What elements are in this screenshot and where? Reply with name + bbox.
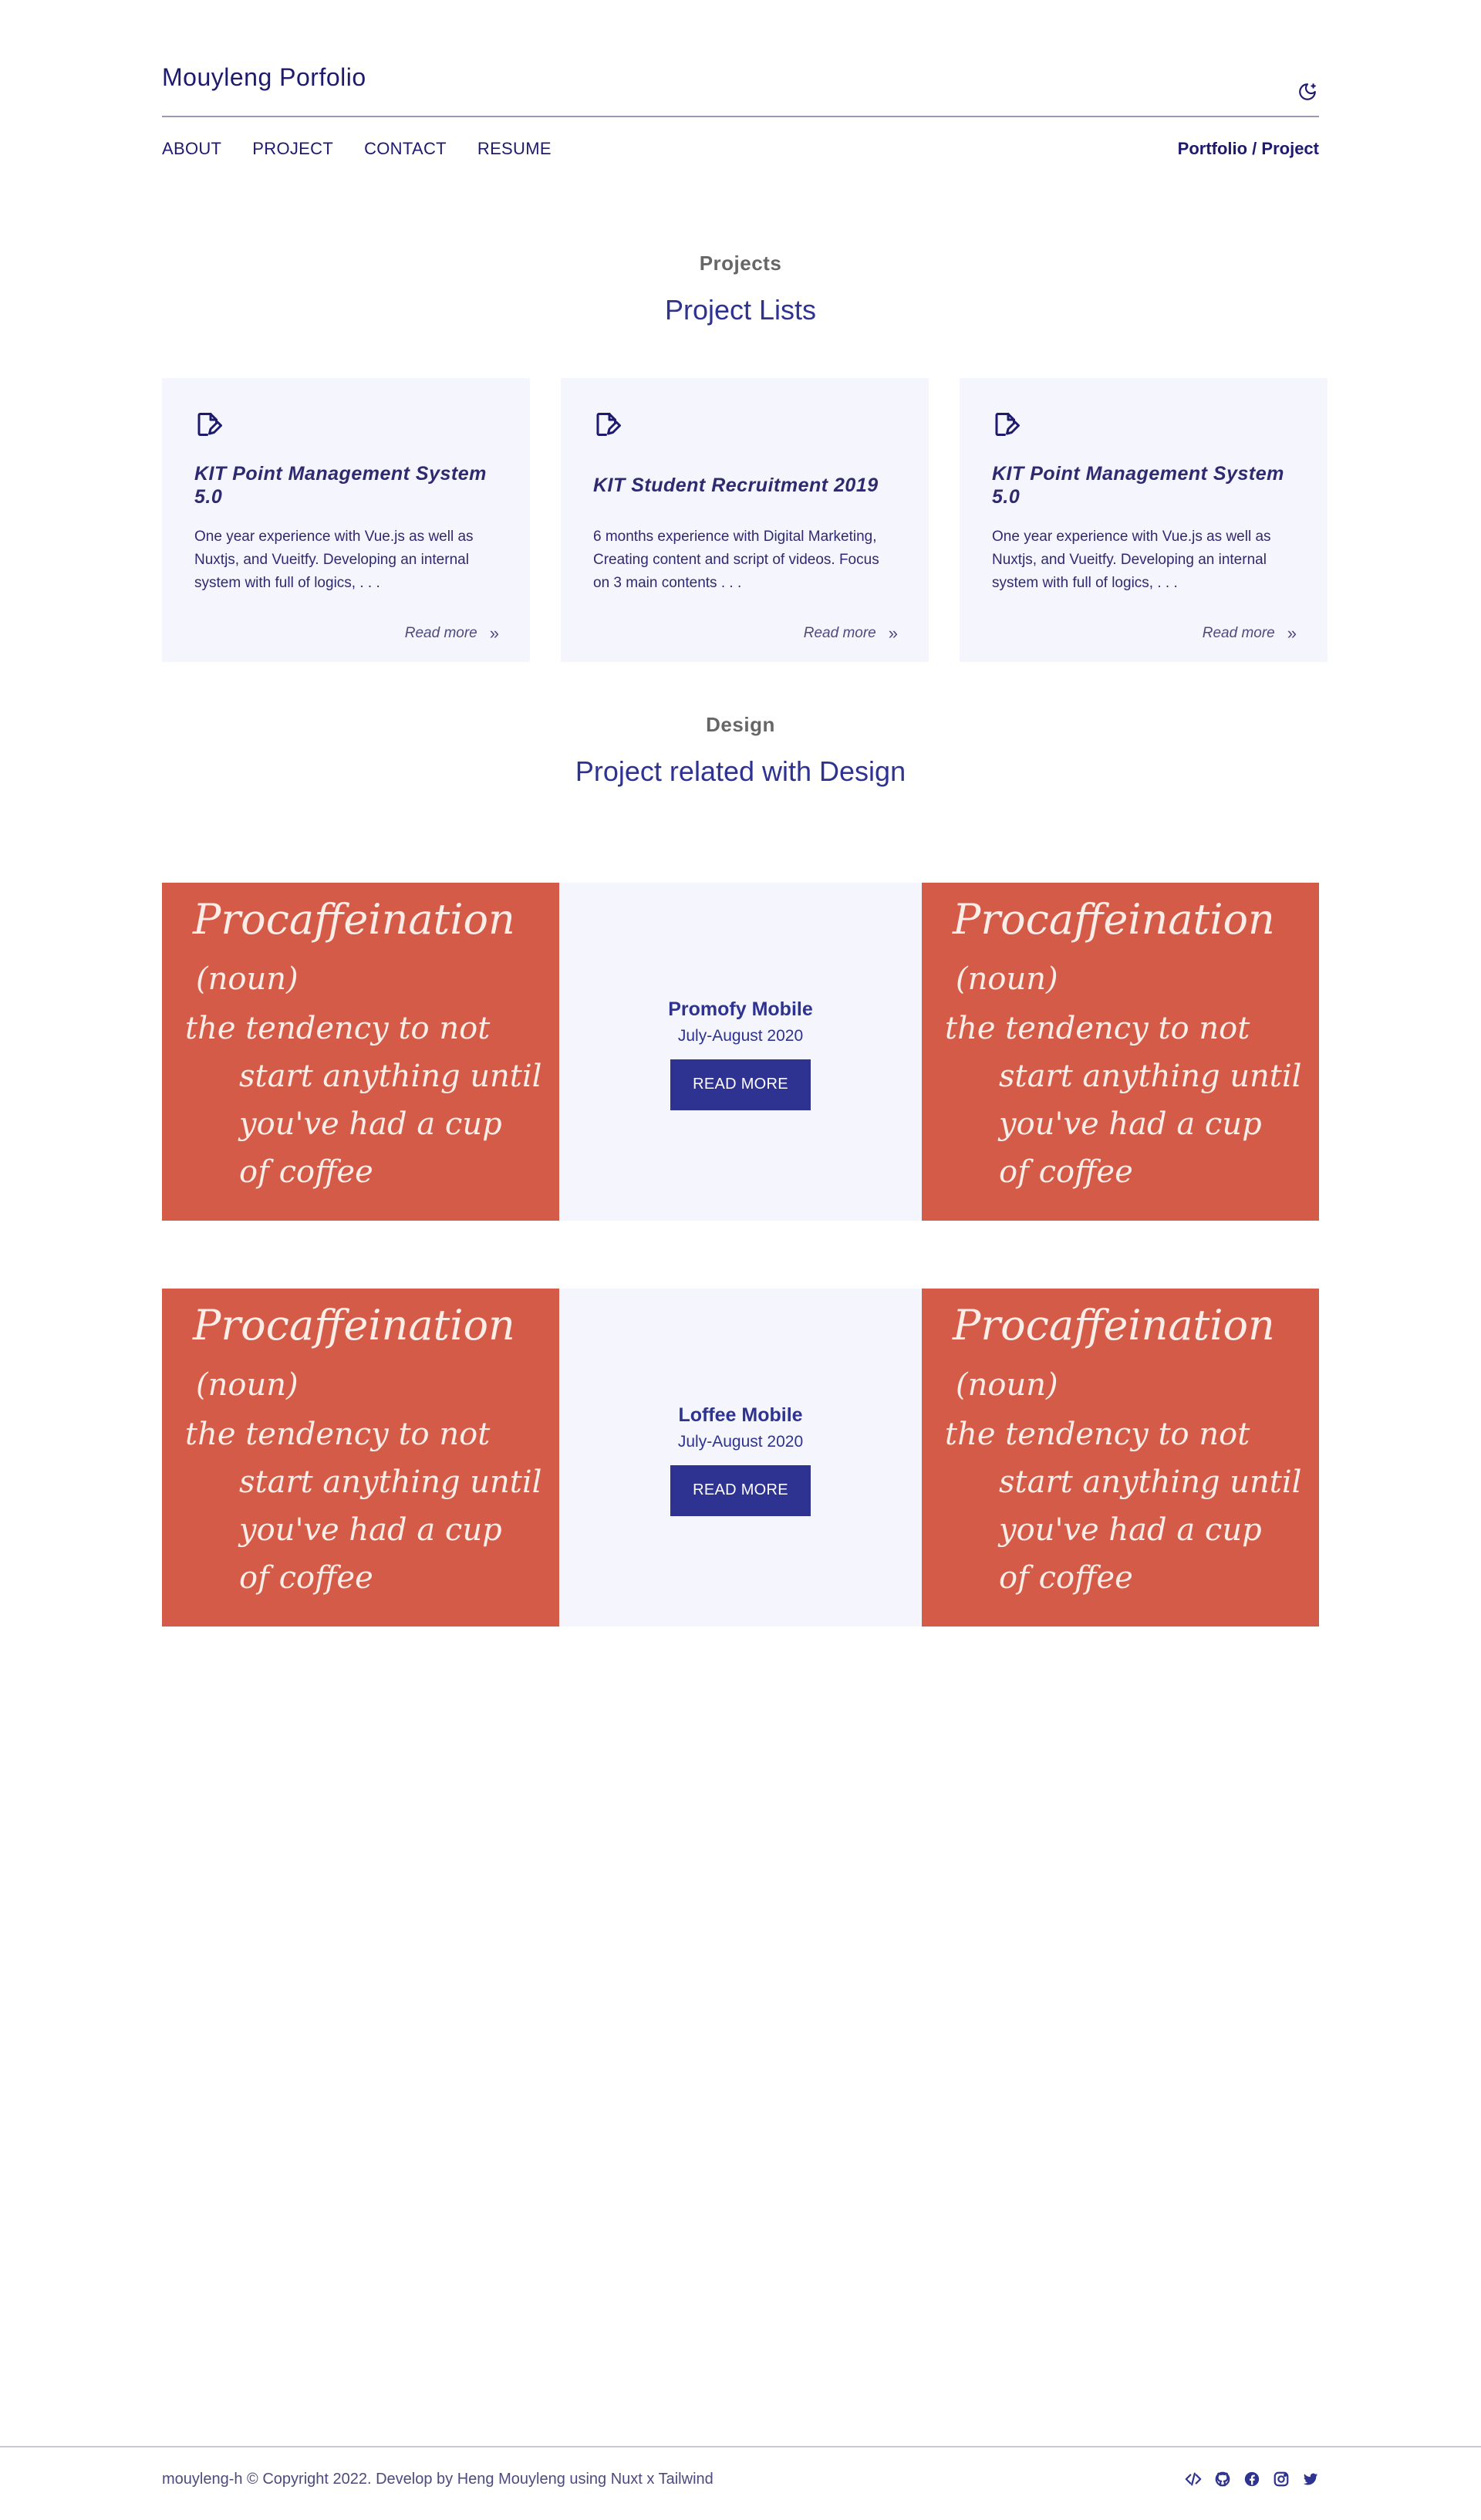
nav-about[interactable]: ABOUT (162, 139, 221, 159)
social-links (1185, 2471, 1319, 2488)
card-title: KIT Student Recruitment 2019 (593, 475, 879, 496)
nav-contact[interactable]: CONTACT (364, 139, 447, 159)
facebook-icon[interactable] (1243, 2471, 1260, 2488)
design-heading: Design Project related with Design (0, 713, 1481, 788)
image-text-line: the tendency to not (185, 1011, 491, 1046)
image-text-line: you've had a cup (997, 1512, 1262, 1548)
nav-project[interactable]: PROJECT (252, 139, 333, 159)
card-title: KIT Point Management System 5.0 (194, 463, 487, 508)
read-more-label: Read more (803, 625, 876, 641)
image-text-line: start anything until (239, 1059, 541, 1094)
design-image-left[interactable]: Procaffeination (noun) the tendency to n… (162, 883, 559, 1221)
design-project-title: Loffee Mobile (678, 1404, 803, 1426)
image-text-line: the tendency to not (185, 1417, 491, 1452)
image-text-line: Procaffeination (192, 1301, 515, 1350)
read-more-label: Read more (1202, 625, 1275, 641)
main-nav: ABOUT PROJECT CONTACT RESUME (162, 139, 552, 159)
design-info: Promofy Mobile July-August 2020 READ MOR… (559, 883, 922, 1221)
nav-resume[interactable]: RESUME (477, 139, 552, 159)
read-more-button[interactable]: READ MORE (670, 1059, 811, 1110)
projects-eyebrow: Projects (699, 252, 782, 275)
image-text-line: (noun) (956, 961, 1058, 997)
brand-title[interactable]: Mouyleng Porfolio (162, 63, 366, 92)
footer-copyright: mouyleng-h © Copyright 2022. Develop by … (162, 2471, 714, 2488)
github-icon[interactable] (1214, 2471, 1231, 2488)
site-header: Mouyleng Porfolio ABOUT PROJECT CONTACT … (162, 0, 1319, 201)
read-more-link[interactable]: Read more » (804, 623, 898, 644)
moon-icon[interactable] (1296, 80, 1319, 103)
twitter-icon[interactable] (1302, 2471, 1319, 2488)
design-image-left[interactable]: Procaffeination (noun) the tendency to n… (162, 1289, 559, 1627)
project-cards: KIT Point Management System 5.0 One year… (162, 378, 1328, 662)
project-card[interactable]: KIT Point Management System 5.0 One year… (162, 378, 530, 662)
design-title: Project related with Design (575, 755, 906, 787)
footer-divider (0, 2446, 1481, 2447)
read-more-button[interactable]: READ MORE (670, 1464, 811, 1516)
projects-title: Project Lists (664, 294, 817, 326)
design-info: Loffee Mobile July-August 2020 READ MORE (559, 1289, 922, 1627)
image-text-line: of coffee (999, 1154, 1133, 1190)
card-title: KIT Point Management System 5.0 (992, 463, 1284, 508)
image-text-line: Procaffeination (192, 895, 515, 944)
card-description: 6 months experience with Digital Marketi… (593, 529, 879, 591)
project-card[interactable]: KIT Point Management System 5.0 One year… (960, 378, 1328, 662)
design-project-date: July-August 2020 (677, 1026, 804, 1045)
chevrons-right-icon: » (888, 623, 898, 643)
code-icon[interactable] (1185, 2471, 1202, 2488)
edit-document-icon (197, 413, 222, 436)
project-card[interactable]: KIT Student Recruitment 2019 6 months ex… (561, 378, 929, 662)
edit-document-icon (596, 413, 621, 436)
image-text-line: of coffee (239, 1154, 373, 1190)
card-description: One year experience with Vue.js as well … (194, 529, 474, 591)
image-text-line: (noun) (956, 1367, 1058, 1403)
design-project-row: Procaffeination (noun) the tendency to n… (162, 883, 1319, 1221)
chevrons-right-icon: » (489, 623, 499, 643)
card-description: One year experience with Vue.js as well … (992, 529, 1271, 591)
header-divider (162, 116, 1319, 117)
design-project-row: Procaffeination (noun) the tendency to n… (162, 1289, 1319, 1627)
image-text-line: you've had a cup (238, 1106, 502, 1142)
image-text-line: start anything until (999, 1464, 1301, 1500)
image-text-line: Procaffeination (952, 895, 1275, 944)
image-text-line: the tendency to not (945, 1011, 1250, 1046)
image-text-line: you've had a cup (997, 1106, 1262, 1142)
read-more-link[interactable]: Read more » (1203, 623, 1297, 644)
image-text-line: (noun) (196, 961, 299, 997)
image-text-line: Procaffeination (952, 1301, 1275, 1350)
image-text-line: start anything until (239, 1464, 541, 1500)
design-image-right[interactable]: Procaffeination (noun) the tendency to n… (922, 883, 1319, 1221)
design-image-right[interactable]: Procaffeination (noun) the tendency to n… (922, 1289, 1319, 1627)
image-text-line: start anything until (999, 1059, 1301, 1094)
image-text-line: of coffee (239, 1560, 373, 1596)
design-eyebrow: Design (706, 713, 775, 736)
image-text-line: of coffee (999, 1560, 1133, 1596)
projects-heading: Projects Project Lists (0, 252, 1481, 326)
design-project-title: Promofy Mobile (668, 998, 813, 1020)
image-text-line: (noun) (196, 1367, 299, 1403)
image-text-line: you've had a cup (238, 1512, 502, 1548)
chevrons-right-icon: » (1287, 623, 1297, 643)
breadcrumb: Portfolio / Project (1177, 139, 1319, 158)
read-more-label: Read more (404, 625, 477, 641)
design-project-date: July-August 2020 (677, 1432, 804, 1451)
instagram-icon[interactable] (1273, 2471, 1290, 2488)
edit-document-icon (995, 413, 1020, 436)
image-text-line: the tendency to not (945, 1417, 1250, 1452)
read-more-link[interactable]: Read more » (405, 623, 499, 644)
